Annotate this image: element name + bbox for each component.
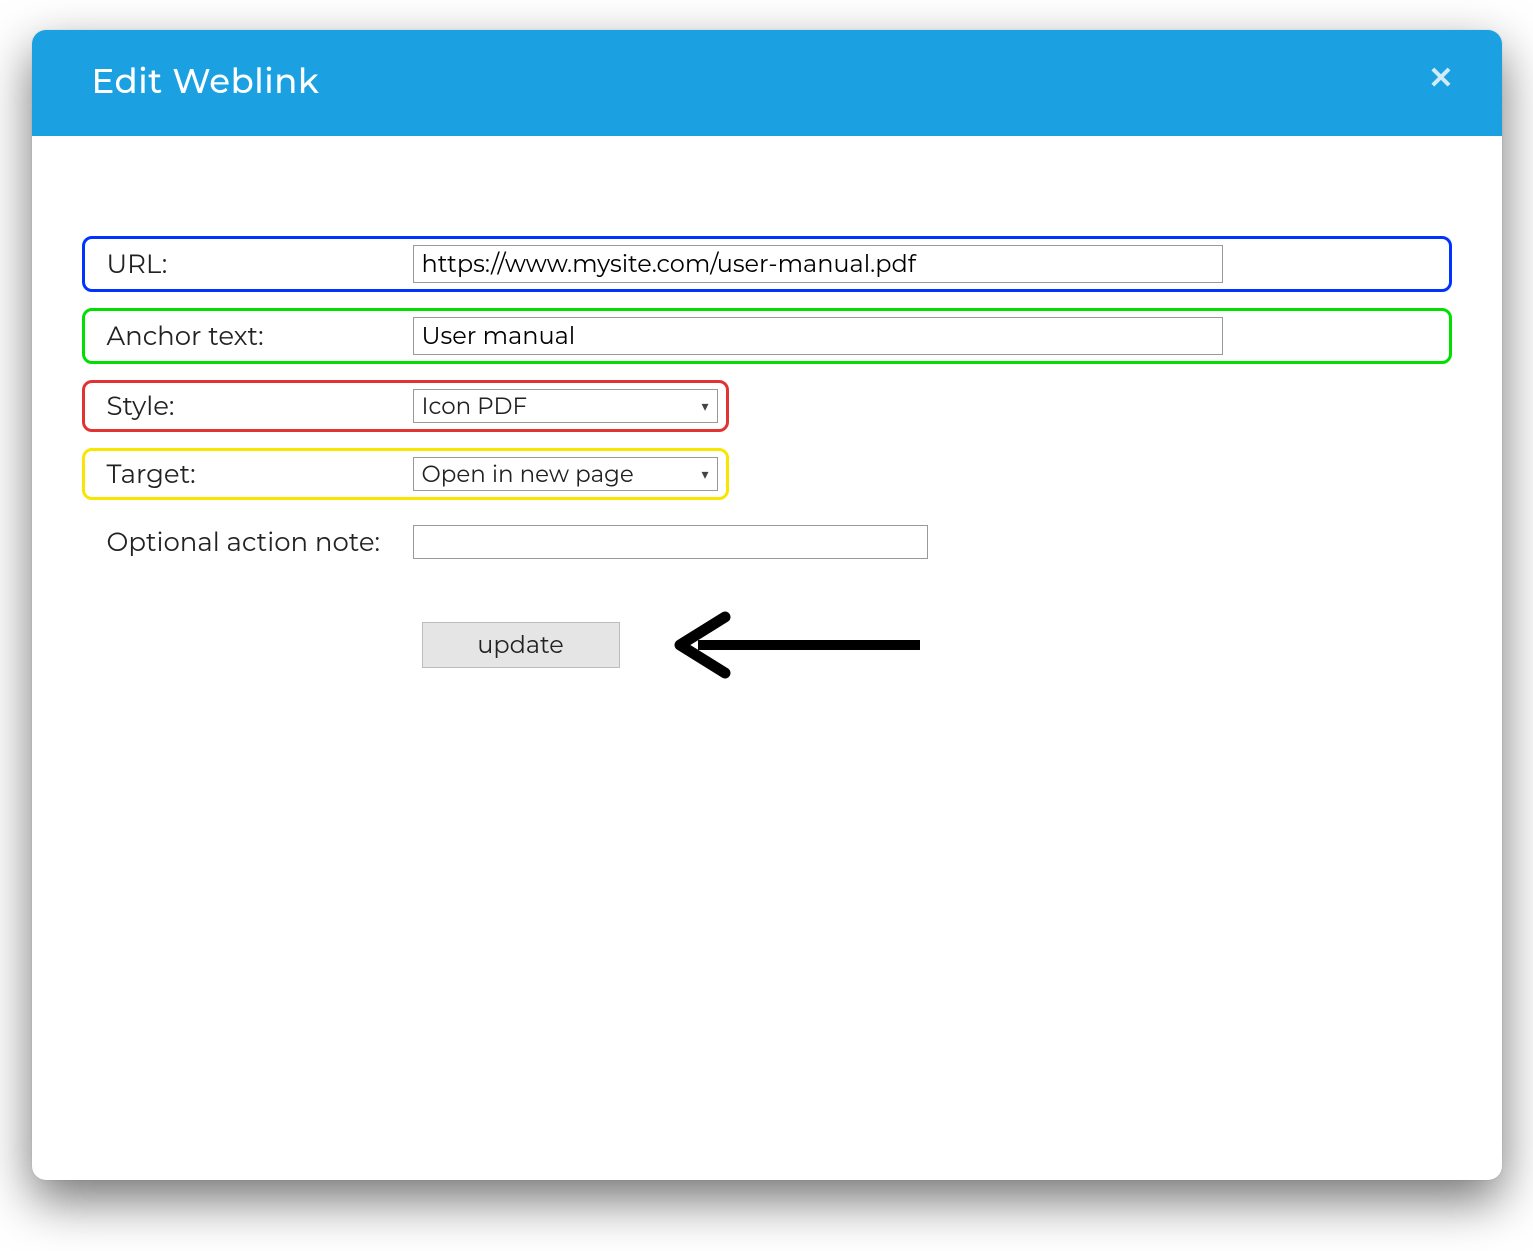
action-note-label: Optional action note:	[93, 526, 413, 558]
edit-weblink-modal: Edit Weblink ✕ URL: Anchor text: Style:	[32, 30, 1502, 1180]
modal-title: Edit Weblink	[92, 60, 320, 102]
chevron-down-icon: ▾	[701, 397, 708, 415]
anchor-text-label: Anchor text:	[93, 320, 413, 352]
target-row: Target: Open in new page ▾	[82, 448, 729, 500]
style-row: Style: Icon PDF ▾	[82, 380, 729, 432]
close-icon[interactable]: ✕	[1420, 59, 1461, 97]
chevron-down-icon: ▾	[701, 465, 708, 483]
target-label: Target:	[93, 458, 413, 490]
target-select-value: Open in new page	[422, 460, 634, 488]
arrow-left-icon	[670, 610, 930, 680]
style-label: Style:	[93, 390, 413, 422]
target-select[interactable]: Open in new page ▾	[413, 457, 718, 491]
anchor-text-input[interactable]	[413, 317, 1223, 355]
anchor-text-row: Anchor text:	[82, 308, 1452, 364]
action-note-input[interactable]	[413, 525, 928, 559]
update-button[interactable]: update	[422, 622, 620, 668]
modal-body: URL: Anchor text: Style: Icon PDF ▾	[32, 136, 1502, 720]
action-note-row: Optional action note:	[82, 516, 1452, 568]
submit-row: update	[82, 610, 1452, 680]
url-label: URL:	[93, 248, 413, 280]
style-select-value: Icon PDF	[422, 392, 528, 420]
url-row: URL:	[82, 236, 1452, 292]
modal-header: Edit Weblink ✕	[32, 30, 1502, 136]
url-input[interactable]	[413, 245, 1223, 283]
style-select[interactable]: Icon PDF ▾	[413, 389, 718, 423]
